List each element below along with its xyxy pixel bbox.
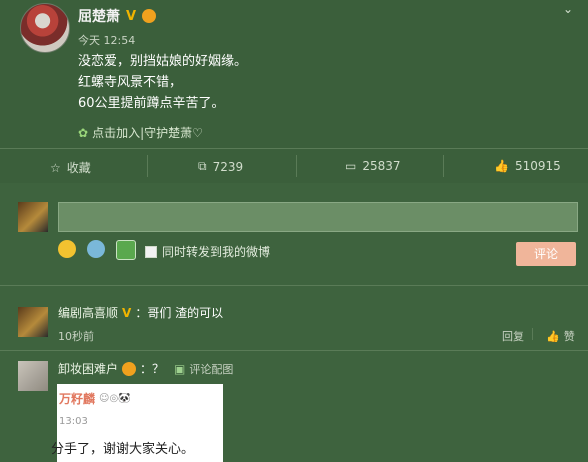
separator xyxy=(296,155,297,177)
comment-text: ：哥们 渣的可以 xyxy=(135,306,224,320)
repost-icon: ⧉ xyxy=(198,159,207,173)
verified-badge: V xyxy=(122,305,132,320)
member-badge-icon xyxy=(122,361,137,376)
separator xyxy=(147,155,148,177)
member-badge-icon xyxy=(142,9,157,23)
reply-button[interactable]: 回复 xyxy=(502,328,524,344)
post-line-1: 没恋爱，别挡姑娘的好姻缘。 xyxy=(78,54,248,69)
post-line-3: 60公里提前蹲点辛苦了。 xyxy=(78,96,225,111)
author-avatar[interactable] xyxy=(20,3,70,53)
emoji-icon[interactable] xyxy=(58,240,76,258)
author-name[interactable]: 屈楚萧 xyxy=(78,6,120,26)
image-icon: ▣ xyxy=(174,361,186,376)
view-comment-image-link[interactable]: 评论配图 xyxy=(189,361,233,377)
image-time: 13:03 xyxy=(59,416,88,427)
image-text: 分手了，谢谢大家关心。 xyxy=(51,442,195,457)
comment-icon: ▭ xyxy=(345,159,357,173)
like-comment-button[interactable]: 👍 赞 xyxy=(546,328,575,344)
repost-checkbox-label: 同时转发到我的微博 xyxy=(162,245,271,259)
comment-time: 10秒前 xyxy=(58,330,94,343)
star-icon: ☆ xyxy=(50,160,61,175)
comment-image[interactable]: 万籽麟 ☺◎🐼 13:03 分手了，谢谢大家关心。 xyxy=(51,384,223,462)
verified-badge: V xyxy=(126,8,137,24)
thumbs-up-icon: 👍 xyxy=(494,159,509,173)
comment-input[interactable] xyxy=(58,202,578,232)
submit-comment-button[interactable]: 评论 xyxy=(516,242,576,266)
emoji-icon: ☺◎🐼 xyxy=(99,393,131,404)
comment-action[interactable]: ▭ 25837 xyxy=(345,159,401,173)
like-action[interactable]: 👍 510915 xyxy=(494,159,561,173)
commenter-name[interactable]: 卸妆困难户 xyxy=(58,360,118,377)
post-time[interactable]: 今天 12:54 xyxy=(78,32,135,48)
current-user-avatar xyxy=(18,202,48,232)
thumbs-up-icon: 👍 xyxy=(546,329,560,343)
separator xyxy=(443,155,444,177)
post-line-2: 红螺寺风景不错， xyxy=(78,75,183,90)
image-icon[interactable] xyxy=(116,240,136,260)
guard-link[interactable]: ✿ 点击加入|守护楚萧♡ xyxy=(78,124,203,141)
comment-text: ：？ xyxy=(140,362,165,376)
expand-chevron-icon[interactable]: ⌄ xyxy=(563,2,577,16)
divider xyxy=(0,350,588,351)
divider xyxy=(0,148,588,149)
image-username: 万籽麟 xyxy=(59,392,96,406)
repost-action[interactable]: ⧉ 7239 xyxy=(198,159,243,174)
commenter-avatar[interactable] xyxy=(18,307,48,337)
post-body: 没恋爱，别挡姑娘的好姻缘。 红螺寺风景不错， 60公里提前蹲点辛苦了。 xyxy=(78,51,247,114)
flower-icon: ✿ xyxy=(78,125,89,140)
gif-icon[interactable] xyxy=(87,240,105,258)
divider xyxy=(0,285,588,286)
separator xyxy=(532,328,533,340)
commenter-name[interactable]: 编剧高喜顺 xyxy=(58,304,118,321)
commenter-avatar[interactable] xyxy=(18,361,48,391)
repost-checkbox[interactable] xyxy=(145,245,157,258)
favorite-action[interactable]: ☆ 收藏 xyxy=(50,159,91,176)
